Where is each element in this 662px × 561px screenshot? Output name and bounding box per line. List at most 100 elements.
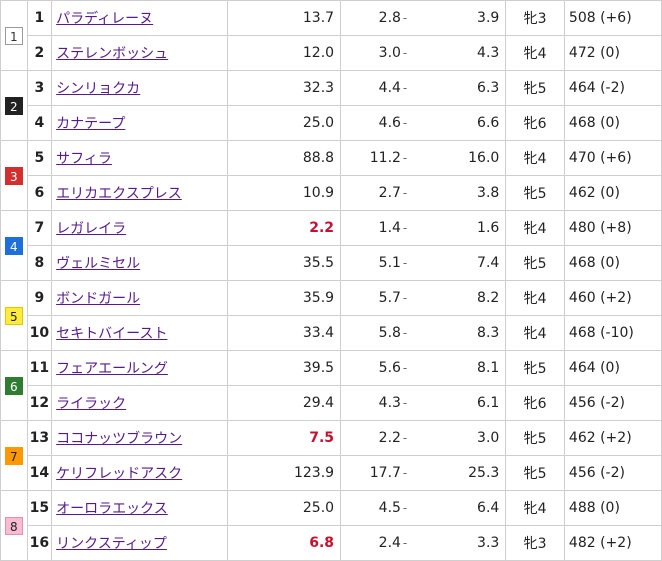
- horse-name-link[interactable]: オーロラエックス: [56, 501, 168, 517]
- sex-age: 牝5: [505, 175, 565, 211]
- horse-name-link[interactable]: ケリフレッドアスク: [56, 466, 182, 482]
- place-odds-separator: -: [402, 35, 414, 71]
- horse-weight: 508 (+6): [563, 0, 662, 36]
- win-odds: 25.0: [227, 490, 342, 526]
- horse-name-cell: ケリフレッドアスク: [51, 455, 229, 491]
- win-odds: 10.9: [227, 175, 342, 211]
- place-odds-min: 2.4: [340, 525, 403, 561]
- horse-weight: 460 (+2): [563, 280, 662, 316]
- horse-name-cell: リンクスティップ: [51, 525, 229, 561]
- horse-number: 8: [26, 245, 53, 281]
- horse-name-link[interactable]: パラディレーヌ: [56, 11, 153, 27]
- sex-age: 牝4: [505, 315, 565, 351]
- horse-name-link[interactable]: ココナッツブラウン: [56, 431, 182, 447]
- horse-name-link[interactable]: セキトバイースト: [56, 326, 167, 342]
- place-odds-min: 2.7: [340, 175, 403, 211]
- horse-weight: 464 (-2): [563, 70, 662, 106]
- horse-name-link[interactable]: ステレンボッシュ: [56, 46, 168, 62]
- waku-cell: 1: [0, 0, 28, 71]
- horse-name-link[interactable]: ボンドガール: [56, 291, 140, 307]
- place-odds-separator: -: [402, 385, 414, 421]
- horse-weight: 462 (0): [563, 175, 662, 211]
- win-odds: 35.5: [227, 245, 342, 281]
- horse-number: 11: [26, 350, 53, 386]
- place-odds-max: 3.8: [413, 175, 507, 211]
- place-odds-separator: -: [402, 315, 414, 351]
- horse-weight: 482 (+2): [563, 525, 662, 561]
- horse-name-link[interactable]: ライラック: [56, 396, 126, 412]
- place-odds-separator: -: [402, 525, 414, 561]
- horse-name-link[interactable]: フェアエールング: [56, 361, 168, 377]
- win-odds: 12.0: [227, 35, 342, 71]
- horse-number: 13: [26, 420, 53, 456]
- horse-weight: 462 (+2): [563, 420, 662, 456]
- horse-name-cell: セキトバイースト: [51, 315, 229, 351]
- place-odds-max: 7.4: [413, 245, 507, 281]
- waku-cell: 2: [0, 70, 28, 141]
- place-odds-separator: -: [402, 0, 414, 36]
- place-odds-separator: -: [402, 105, 414, 141]
- win-odds: 39.5: [227, 350, 342, 386]
- horse-weight: 472 (0): [563, 35, 662, 71]
- sex-age: 牝5: [505, 245, 565, 281]
- win-odds: 35.9: [227, 280, 342, 316]
- place-odds-min: 5.6: [340, 350, 403, 386]
- horse-name-cell: ボンドガール: [51, 280, 229, 316]
- waku-badge: 5: [4, 306, 23, 325]
- waku-cell: 6: [0, 350, 28, 421]
- horse-number: 12: [26, 385, 53, 421]
- waku-badge: 8: [4, 516, 23, 535]
- place-odds-min: 2.2: [340, 420, 403, 456]
- win-odds: 13.7: [227, 0, 342, 36]
- place-odds-max: 3.0: [413, 420, 507, 456]
- horse-name-link[interactable]: エリカエクスプレス: [56, 186, 182, 202]
- waku-badge: 6: [4, 376, 23, 395]
- table-row: 5 9 ボンドガール 35.9 5.7-8.2 牝4 460 (+2): [0, 280, 662, 351]
- sex-age: 牝4: [505, 35, 565, 71]
- horse-name-link[interactable]: リンクスティップ: [56, 536, 167, 552]
- sex-age: 牝4: [505, 280, 565, 316]
- win-odds: 88.8: [227, 140, 342, 176]
- win-odds: 7.5: [227, 420, 342, 456]
- win-odds: 25.0: [227, 105, 342, 141]
- horse-name-link[interactable]: カナテープ: [56, 116, 125, 132]
- waku-badge: 2: [4, 96, 23, 115]
- horse-name-link[interactable]: ヴェルミセル: [56, 256, 140, 272]
- horse-name-cell: ヴェルミセル: [51, 245, 229, 281]
- place-odds-min: 3.0: [340, 35, 403, 71]
- place-odds-min: 5.7: [340, 280, 403, 316]
- place-odds-min: 4.3: [340, 385, 403, 421]
- place-odds-max: 8.2: [413, 280, 507, 316]
- table-row: 3 5 サフィラ 88.8 11.2-16.0 牝4 470 (+6): [0, 140, 662, 211]
- place-odds-max: 6.3: [413, 70, 507, 106]
- waku-badge: 7: [4, 446, 23, 465]
- horse-name-link[interactable]: レガレイラ: [56, 221, 126, 237]
- table-row: 8 ヴェルミセル 35.5 5.1-7.4 牝5 468 (0): [1, 245, 662, 281]
- horse-name-cell: サフィラ: [51, 140, 229, 176]
- place-odds-min: 2.8: [340, 0, 403, 36]
- horse-name-link[interactable]: サフィラ: [56, 151, 112, 167]
- place-odds-separator: -: [402, 490, 414, 526]
- horse-number: 6: [26, 175, 53, 211]
- place-odds-min: 11.2: [340, 140, 403, 176]
- horse-number: 3: [26, 70, 53, 106]
- sex-age: 牝4: [505, 210, 565, 246]
- horse-name-cell: ライラック: [51, 385, 229, 421]
- sex-age: 牝4: [505, 140, 565, 176]
- win-odds: 32.3: [227, 70, 342, 106]
- sex-age: 牝4: [505, 490, 565, 526]
- waku-badge: 3: [4, 166, 23, 185]
- horse-weight: 470 (+6): [563, 140, 662, 176]
- table-row: 16 リンクスティップ 6.8 2.4-3.3 牝3 482 (+2): [1, 525, 662, 561]
- horse-weight: 464 (0): [563, 350, 662, 386]
- place-odds-max: 3.9: [413, 0, 507, 36]
- table-row: 6 エリカエクスプレス 10.9 2.7-3.8 牝5 462 (0): [1, 175, 662, 211]
- win-odds: 123.9: [227, 455, 342, 491]
- waku-cell: 7: [0, 420, 28, 491]
- horse-number: 9: [26, 280, 53, 316]
- horse-weight: 468 (0): [563, 105, 662, 141]
- place-odds-min: 4.6: [340, 105, 403, 141]
- win-odds: 33.4: [227, 315, 342, 351]
- horse-name-link[interactable]: シンリョクカ: [56, 81, 140, 97]
- place-odds-min: 5.1: [340, 245, 403, 281]
